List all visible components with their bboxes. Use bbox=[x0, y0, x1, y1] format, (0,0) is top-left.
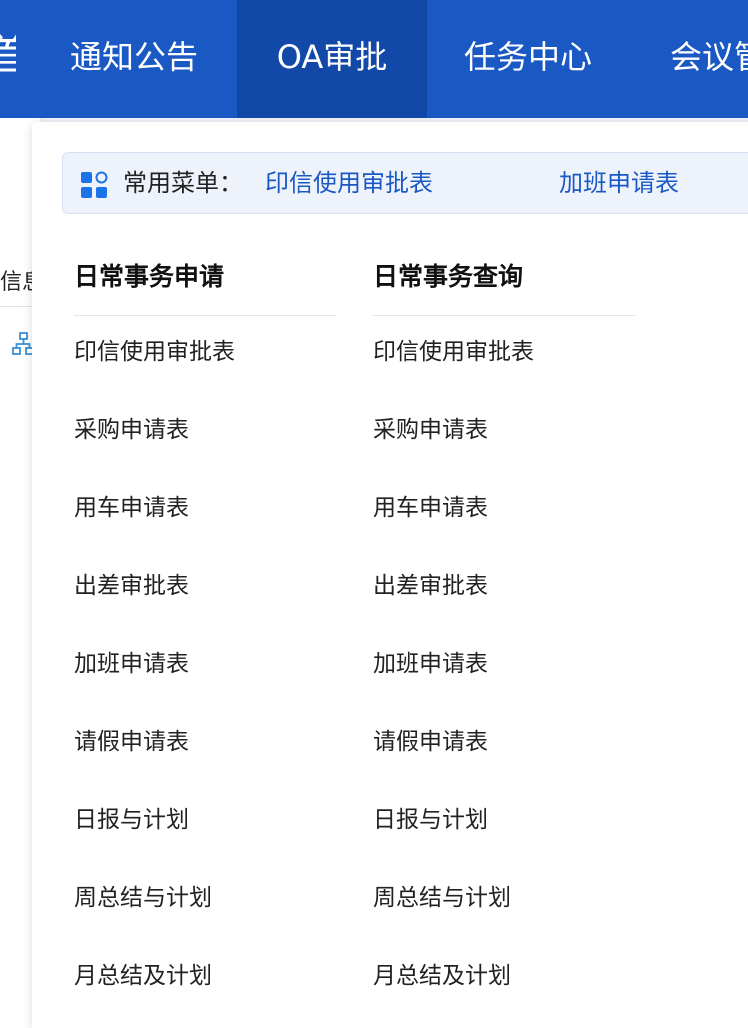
nav-item-meeting[interactable]: 会议管 bbox=[670, 0, 748, 118]
oa-approval-dropdown: 常用菜单： 印信使用审批表 加班申请表 日常事务申请 印信使用审批表 采购申请表… bbox=[32, 122, 748, 1028]
menu-item[interactable]: 请假申请表 bbox=[74, 703, 336, 781]
menu-item[interactable]: 加班申请表 bbox=[74, 625, 336, 703]
common-menu-link[interactable]: 加班申请表 bbox=[559, 153, 679, 213]
menu-item[interactable]: 月总结及计划 bbox=[373, 937, 635, 1015]
menu-item[interactable]: 采购申请表 bbox=[74, 391, 336, 469]
nav-item-task-center[interactable]: 任务中心 bbox=[464, 0, 634, 118]
column-title: 日常事务申请 bbox=[74, 252, 336, 316]
nav-item-notices[interactable]: 通知公告 bbox=[40, 0, 230, 118]
column-daily-requests: 日常事务申请 印信使用审批表 采购申请表 用车申请表 出差审批表 加班申请表 请… bbox=[74, 252, 336, 1015]
menu-item[interactable]: 加班申请表 bbox=[373, 625, 635, 703]
menu-item[interactable]: 用车申请表 bbox=[74, 469, 336, 547]
menu-item[interactable]: 请假申请表 bbox=[373, 703, 635, 781]
common-menu-bar: 常用菜单： 印信使用审批表 加班申请表 bbox=[62, 152, 748, 214]
nav-home-fragment[interactable]: 首 bbox=[0, 30, 16, 82]
menu-item[interactable]: 出差审批表 bbox=[74, 547, 336, 625]
menu-item[interactable]: 采购申请表 bbox=[373, 391, 635, 469]
common-menu-link[interactable]: 印信使用审批表 bbox=[265, 153, 433, 213]
menu-item[interactable]: 出差审批表 bbox=[373, 547, 635, 625]
nav-item-oa-approval[interactable]: OA审批 bbox=[237, 0, 427, 118]
menu-item[interactable]: 印信使用审批表 bbox=[74, 313, 336, 391]
menu-item[interactable]: 周总结与计划 bbox=[74, 859, 336, 937]
menu-item[interactable]: 日报与计划 bbox=[373, 781, 635, 859]
menu-item[interactable]: 日报与计划 bbox=[74, 781, 336, 859]
menu-item[interactable]: 周总结与计划 bbox=[373, 859, 635, 937]
column-daily-queries: 日常事务查询 印信使用审批表 采购申请表 用车申请表 出差审批表 加班申请表 请… bbox=[373, 252, 635, 1015]
org-chart-icon bbox=[12, 332, 34, 355]
menu-item[interactable]: 印信使用审批表 bbox=[373, 313, 635, 391]
column-title: 日常事务查询 bbox=[373, 252, 635, 316]
top-nav-bar: 首 通知公告 OA审批 任务中心 会议管 bbox=[0, 0, 748, 118]
apps-grid-icon bbox=[81, 171, 108, 198]
menu-item[interactable]: 用车申请表 bbox=[373, 469, 635, 547]
common-menu-label: 常用菜单： bbox=[123, 169, 243, 197]
menu-item[interactable]: 月总结及计划 bbox=[74, 937, 336, 1015]
